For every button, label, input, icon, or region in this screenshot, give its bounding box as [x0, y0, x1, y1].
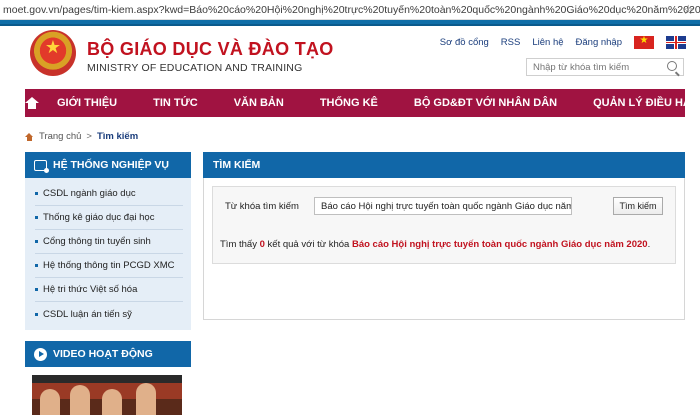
home-icon	[25, 132, 34, 141]
sidebar-link-label: Thống kê giáo dục đại học	[43, 212, 155, 223]
bookmark-star-icon[interactable]: ☆	[682, 2, 694, 18]
address-bar[interactable]: moet.gov.vn/pages/tim-kiem.aspx?kwd=Báo%…	[0, 0, 700, 20]
left-sidebar: HỆ THỐNG NGHIỆP VỤ CSDL ngành giáo dục T…	[25, 152, 191, 415]
vietnamese-flag-icon[interactable]	[634, 35, 654, 49]
result-prefix: Tìm thấy	[220, 239, 257, 250]
nav-item-tin-tuc[interactable]: TIN TỨC	[135, 97, 216, 109]
search-panel-title: TÌM KIẾM	[213, 159, 261, 171]
brand-title-en[interactable]: MINISTRY OF EDUCATION AND TRAINING	[87, 62, 302, 74]
brand-title-vn[interactable]: BỘ GIÁO DỤC VÀ ĐÀO TẠO	[87, 39, 334, 60]
sidebar-link-label: Cổng thông tin tuyển sinh	[43, 236, 151, 247]
search-panel-header: TÌM KIẾM	[203, 152, 685, 178]
top-links: Sơ đồ cổng RSS Liên hệ Đăng nhập	[440, 35, 686, 49]
sidebar-link[interactable]: Thống kê giáo dục đại học	[35, 206, 183, 230]
video-title: VIDEO HOẠT ĐỘNG	[53, 348, 153, 360]
result-keyword: Báo cáo Hội nghị trực tuyến toàn quốc ng…	[351, 239, 648, 250]
main-nav: GIỚI THIỆU TIN TỨC VĂN BẢN THỐNG KÊ BỘ G…	[25, 89, 700, 117]
result-summary: Tìm thấy 0 kết quả với từ khóa Báo cáo H…	[220, 239, 650, 250]
home-icon	[25, 97, 39, 109]
sidebar-link[interactable]: CSDL luận án tiến sỹ	[35, 302, 183, 326]
sidebar-link-label: CSDL luận án tiến sỹ	[43, 308, 132, 320]
keyword-label: Từ khóa tìm kiếm	[225, 201, 299, 212]
result-middle: kết quả với từ khóa	[267, 239, 350, 250]
sidebar-link-label: Hệ thống thông tin PCGD XMC	[43, 260, 175, 271]
play-icon	[34, 347, 47, 361]
url-text[interactable]: moet.gov.vn/pages/tim-kiem.aspx?kwd=Báo%…	[3, 4, 700, 16]
header-search	[526, 58, 684, 76]
nav-home[interactable]	[25, 97, 39, 109]
breadcrumb-home[interactable]: Trang chủ	[39, 131, 81, 142]
bullet-icon	[35, 216, 38, 219]
breadcrumb-current: Tìm kiếm	[96, 131, 139, 142]
bullet-icon	[35, 192, 38, 195]
search-button[interactable]: Tìm kiếm	[613, 197, 663, 215]
rss-link[interactable]: RSS	[501, 37, 521, 48]
sidebar-title: HỆ THỐNG NGHIỆP VỤ	[53, 159, 169, 171]
search-icon[interactable]	[667, 61, 677, 71]
sidebar-link[interactable]: CSDL ngành giáo dục	[35, 182, 183, 206]
sidebar-link-label: Hệ tri thức Việt số hóa	[43, 284, 138, 295]
bullet-icon	[35, 264, 38, 267]
site-header: ★ BỘ GIÁO DỤC VÀ ĐÀO TẠO MINISTRY OF EDU…	[0, 26, 700, 84]
nav-item-van-ban[interactable]: VĂN BẢN	[216, 97, 302, 109]
sitemap-link[interactable]: Sơ đồ cổng	[440, 37, 489, 48]
sidebar-link[interactable]: Hệ thống thông tin PCGD XMC	[35, 254, 183, 278]
result-count: 0	[259, 239, 265, 250]
keyword-input[interactable]	[314, 197, 572, 215]
nav-item-quan-ly-dieu-hanh[interactable]: QUẢN LÝ ĐIỀU HÀNH	[575, 97, 700, 109]
sidebar-link[interactable]: Cổng thông tin tuyển sinh	[35, 230, 183, 254]
nav-item-bo-voi-nhan-dan[interactable]: BỘ GD&ĐT VỚI NHÂN DÂN	[396, 97, 575, 109]
english-flag-icon[interactable]	[666, 36, 686, 49]
breadcrumb: Trang chủ > Tìm kiếm	[25, 131, 138, 142]
national-emblem-logo[interactable]: ★	[30, 30, 76, 76]
search-box: Từ khóa tìm kiếm Tìm kiếm Tìm thấy 0 kết…	[203, 178, 685, 320]
system-icon	[34, 159, 49, 173]
search-input[interactable]	[527, 59, 657, 75]
result-suffix: .	[647, 239, 651, 250]
sidebar-links: CSDL ngành giáo dục Thống kê giáo dục đạ…	[25, 178, 191, 330]
sidebar-link[interactable]: Hệ tri thức Việt số hóa	[35, 278, 183, 302]
search-panel: TÌM KIẾM Từ khóa tìm kiếm Tìm kiếm Tìm t…	[203, 152, 685, 320]
bullet-icon	[35, 288, 38, 291]
bullet-icon	[35, 240, 38, 243]
search-form: Từ khóa tìm kiếm Tìm kiếm Tìm thấy 0 kết…	[212, 186, 676, 264]
bullet-icon	[35, 312, 38, 316]
video-thumbnail[interactable]	[32, 375, 182, 415]
nav-item-gioi-thieu[interactable]: GIỚI THIỆU	[39, 97, 135, 109]
sidebar-header: HỆ THỐNG NGHIỆP VỤ	[25, 152, 191, 178]
login-link[interactable]: Đăng nhập	[576, 37, 622, 48]
video-header[interactable]: VIDEO HOẠT ĐỘNG	[25, 341, 191, 367]
contact-link[interactable]: Liên hệ	[532, 37, 563, 48]
breadcrumb-separator: >	[86, 131, 92, 142]
nav-item-thong-ke[interactable]: THỐNG KÊ	[302, 97, 396, 109]
sidebar-link-label: CSDL ngành giáo dục	[43, 188, 136, 199]
